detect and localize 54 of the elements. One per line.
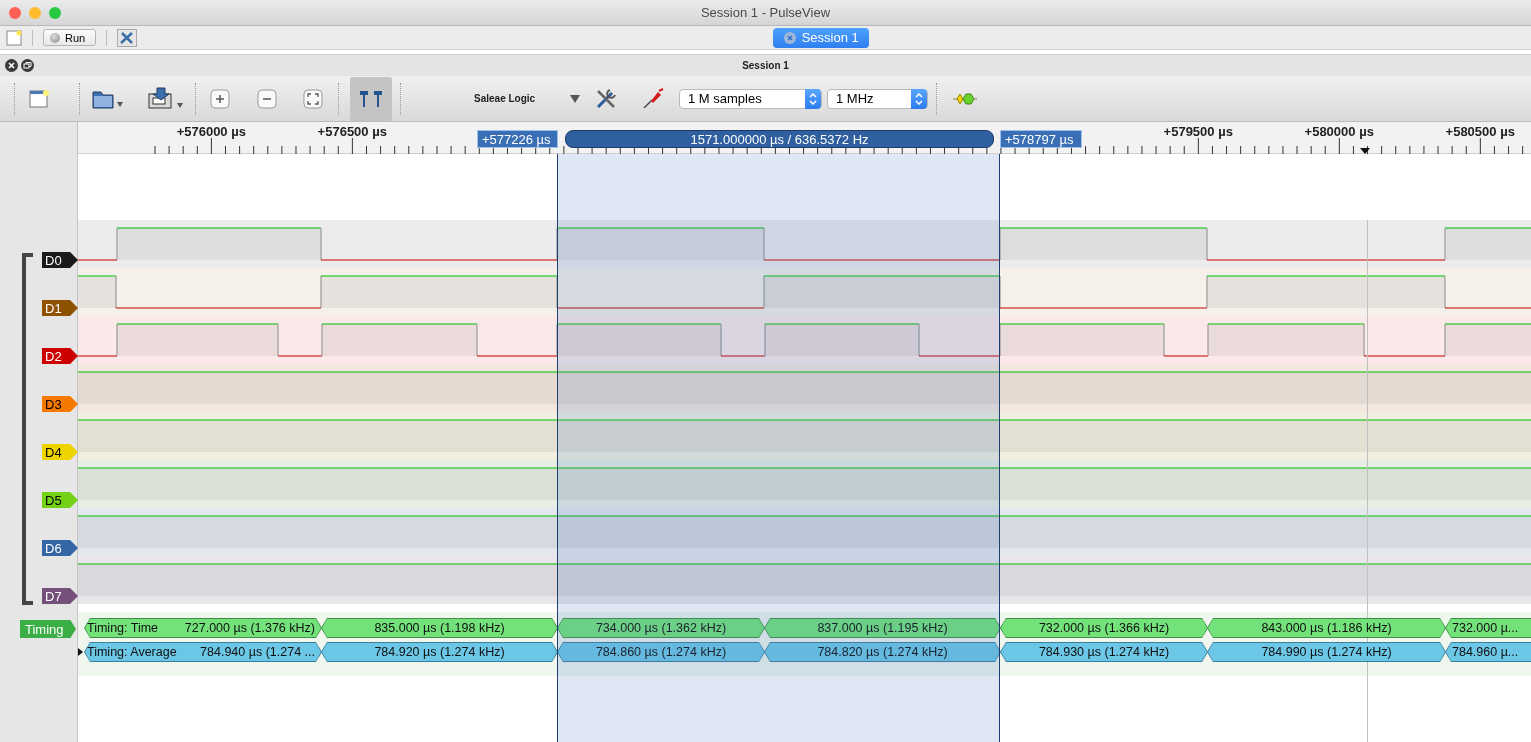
sample-count-select[interactable]: 1 M samples [679, 88, 822, 109]
channel-label[interactable]: D5 [42, 492, 78, 508]
channel-label[interactable]: D1 [42, 300, 78, 316]
annotation-segment: 843.000 µs (1.186 kHz) [1207, 618, 1446, 638]
ruler-label: +580500 µs [1445, 124, 1515, 139]
annotation-segment: 734.000 µs (1.362 kHz) [557, 618, 765, 638]
annotation-segment: 784.820 µs (1.274 kHz) [764, 642, 1001, 662]
marker-icon [1360, 148, 1371, 154]
annotation-row-title: Timing: Average [87, 645, 177, 659]
annotation-segment: 837.000 µs (1.195 kHz) [764, 618, 1001, 638]
channel-label[interactable]: D4 [42, 444, 78, 460]
tools-icon[interactable] [594, 86, 618, 111]
annotation-segment: 784.960 µ... [1445, 642, 1531, 662]
annotation-segment: 835.000 µs (1.198 kHz) [321, 618, 558, 638]
ruler-label: +579500 µs [1163, 124, 1233, 139]
cursor-flag[interactable]: +577226 µs [477, 130, 558, 148]
zoom-fit-icon[interactable] [303, 88, 323, 109]
measurement-bar: 1571.000000 µs / 636.5372 Hz [565, 130, 994, 148]
cursor-toggle-icon[interactable] [350, 76, 392, 121]
annotation-segment: 784.990 µs (1.274 kHz) [1207, 642, 1446, 662]
channel-label[interactable]: D6 [42, 540, 78, 556]
cursor-flag[interactable]: +578797 µs [1000, 130, 1082, 148]
annotation-segment: 784.930 µs (1.274 kHz) [1000, 642, 1208, 662]
channel-label[interactable]: D3 [42, 396, 78, 412]
ruler-label: +580000 µs [1304, 124, 1374, 139]
annotation-segment: 732.000 µs (1.366 kHz) [1000, 618, 1208, 638]
zoom-in-icon[interactable] [210, 88, 230, 109]
dropdown-icon[interactable] [570, 94, 580, 103]
annotation-row-title: Timing: Time [87, 621, 159, 635]
annotation-text: 727.000 µs (1.376 kHz) [184, 621, 315, 635]
new-icon[interactable] [28, 87, 50, 110]
probe-icon[interactable] [642, 87, 664, 110]
tools-icon[interactable] [117, 28, 138, 47]
channel-label[interactable]: D2 [42, 348, 78, 364]
close-button[interactable] [9, 6, 21, 19]
ruler-label: +576000 µs [176, 124, 246, 139]
stepper-icon[interactable] [809, 92, 817, 105]
sample-rate-select[interactable]: 1 MHz [827, 88, 928, 109]
annotation-segment: 784.860 µs (1.274 kHz) [557, 642, 765, 662]
zoom-out-icon[interactable] [257, 88, 277, 109]
channel-label[interactable]: D0 [42, 252, 78, 268]
annotation-text: 784.940 µs (1.274 ... [200, 645, 315, 659]
channel-label[interactable]: D7 [42, 588, 78, 604]
decoder-icon[interactable] [953, 91, 977, 106]
session-title: Session 1 [742, 60, 789, 71]
stepper-icon[interactable] [915, 92, 923, 105]
run-button[interactable]: Run [43, 29, 97, 46]
annotation-segment: 784.920 µs (1.274 kHz) [321, 642, 558, 662]
window-title: Session 1 - PulseView [700, 5, 831, 20]
restore-icon[interactable] [21, 59, 34, 72]
annotation-segment: 732.000 µ... [1445, 618, 1531, 638]
ruler-label: +576500 µs [317, 124, 387, 139]
close-icon[interactable] [5, 59, 18, 72]
device-name[interactable]: Saleae Logic [474, 93, 562, 104]
